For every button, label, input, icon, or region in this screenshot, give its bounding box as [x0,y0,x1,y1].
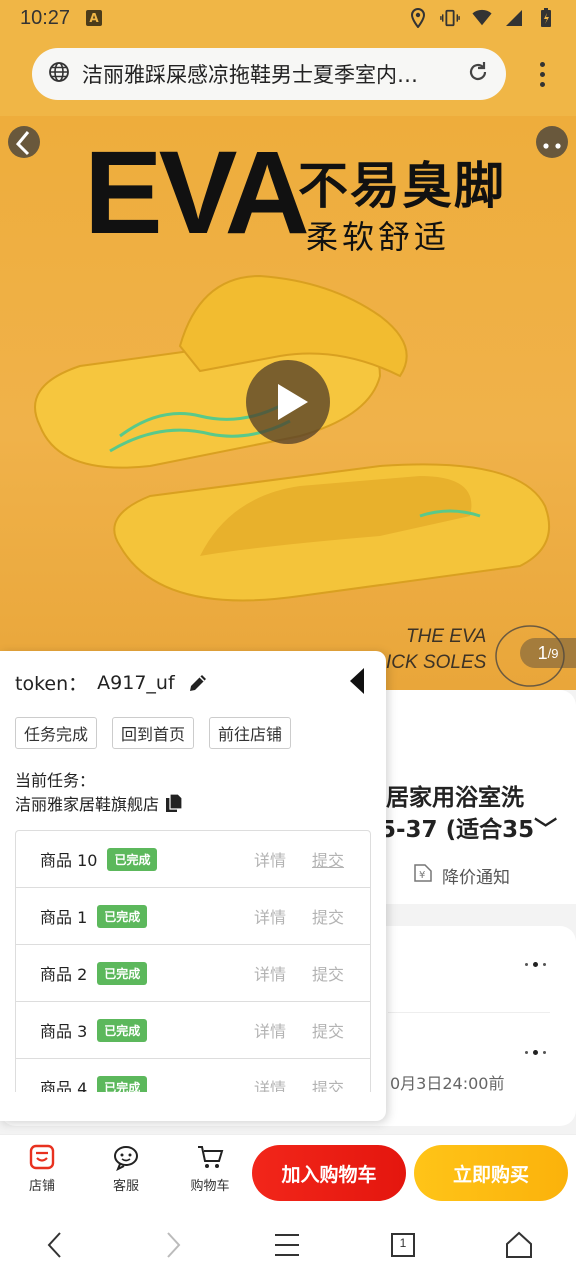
task-row: 商品 3 已完成 详情 提交 [16,1002,370,1059]
wifi-icon [472,8,492,28]
counter-current: 1 [537,642,548,663]
shop-tab[interactable]: 店铺 [12,1143,72,1194]
task-submit-link[interactable]: 提交 [312,1075,344,1092]
token-row: token： A917_uf [15,669,209,696]
collapse-panel-icon[interactable] [348,667,366,695]
cart-icon [196,1143,224,1171]
task-complete-button[interactable]: 任务完成 [15,717,98,749]
price-alert-button[interactable]: ¥ 降价通知 [412,862,510,889]
image-counter: 1/9 [520,638,576,668]
task-row: 商品 2 已完成 详情 提交 [16,945,370,1002]
address-bar[interactable]: 洁丽雅踩屎感凉拖鞋男士夏季室内… [32,48,506,100]
task-detail-link[interactable]: 详情 [254,1018,286,1042]
token-value: A917_uf [97,671,175,694]
url-text: 洁丽雅踩屎感凉拖鞋男士夏季室内… [82,63,418,87]
price-alert-label: 降价通知 [442,868,510,888]
cart-label: 购物车 [190,1179,230,1194]
kebab-menu-icon[interactable] [540,62,546,87]
task-submit-link[interactable]: 提交 [312,904,344,928]
service-label: 客服 [112,1179,139,1194]
task-detail-link[interactable]: 详情 [254,961,286,985]
task-name: 商品 10 [40,851,98,870]
tab-count: 1 [399,1236,407,1250]
current-shop-row: 洁丽雅家居鞋旗舰店 [15,791,183,815]
current-task-label: 当前任务： [15,771,96,790]
nav-tabs-icon[interactable]: 1 [388,1230,418,1260]
copy-icon[interactable] [165,793,183,813]
current-shop-name: 洁丽雅家居鞋旗舰店 [15,795,160,814]
shop-icon [28,1143,56,1171]
battery-icon [536,8,556,28]
browser-toolbar: 洁丽雅踩屎感凉拖鞋男士夏季室内… [0,36,576,116]
status-badge: 已完成 [97,1075,148,1092]
task-name: 商品 2 [40,965,88,984]
task-detail-link[interactable]: 详情 [254,1075,286,1092]
task-name: 商品 1 [40,908,88,927]
shop-label: 店铺 [28,1179,55,1194]
hero-subtext-2: ICK SOLES [386,652,487,673]
product-size-selector[interactable]: 5-37 (适合35﹀ [380,810,557,844]
task-name: 商品 3 [40,1022,88,1041]
delivery-deadline: 0月3日24:00前 [390,1074,505,1093]
task-submit-link[interactable]: 提交 [312,847,344,871]
task-submit-link[interactable]: 提交 [312,961,344,985]
status-badge: 已完成 [97,961,148,985]
nav-back-icon[interactable] [40,1230,70,1260]
task-detail-link[interactable]: 详情 [254,904,286,928]
nav-home-icon[interactable] [504,1230,534,1260]
divider [388,1012,550,1013]
task-row: 商品 1 已完成 详情 提交 [16,888,370,945]
status-badge: 已完成 [97,1018,148,1042]
task-submit-link[interactable]: 提交 [312,1018,344,1042]
edit-icon[interactable] [187,672,209,694]
cart-tab[interactable]: 购物车 [180,1143,240,1194]
buy-now-button[interactable]: 立即购买 [414,1145,568,1201]
status-bar: 10:27 A [0,0,576,36]
customer-service-tab[interactable]: 客服 [96,1143,156,1194]
go-to-shop-button[interactable]: 前往店铺 [209,717,292,749]
purchase-action-bar: 店铺 客服 购物车 加入购物车 立即购买 [0,1134,576,1208]
task-row: 商品 4 已完成 详情 提交 [16,1059,370,1092]
nav-menu-icon[interactable] [272,1230,302,1260]
status-badge: 已完成 [107,847,158,871]
nav-forward-icon[interactable] [158,1230,188,1260]
task-row: 商品 10 已完成 详情 提交 [16,831,370,888]
hero-subtext-1: THE EVA [406,626,487,647]
reload-icon[interactable] [466,60,490,88]
clock: 10:27 [20,6,71,29]
more-dots-icon[interactable] [525,962,546,967]
task-panel: token： A917_uf 任务完成 回到首页 前往店铺 当前任务： 洁丽雅家… [0,651,386,1121]
task-name: 商品 4 [40,1079,88,1092]
back-home-button[interactable]: 回到首页 [112,717,195,749]
globe-icon [48,61,70,87]
chat-icon [112,1143,140,1172]
location-icon [408,8,428,28]
svg-text:¥: ¥ [419,870,425,881]
price-tag-icon: ¥ [412,862,434,889]
panel-button-row: 任务完成 回到首页 前往店铺 [15,717,292,749]
add-to-cart-button[interactable]: 加入购物车 [252,1145,406,1201]
task-list[interactable]: 商品 10 已完成 详情 提交 商品 1 已完成 详情 提交 商品 2 已完成 … [15,830,371,1092]
notification-icon: A [86,10,103,26]
token-label: token： [15,673,88,695]
counter-total: /9 [547,645,559,661]
system-nav-bar: 1 [0,1208,576,1280]
play-video-button[interactable] [246,360,330,444]
vibrate-icon [440,8,460,28]
more-dots-icon[interactable] [525,1050,546,1055]
product-image-carousel[interactable]: EVA 不易臭脚 柔软舒适 THE EVA ICK SOLES 1/9 [0,116,576,690]
signal-icon [504,8,524,28]
product-name-line1: 居家用浴室洗 [386,785,524,811]
task-detail-link[interactable]: 详情 [254,847,286,871]
status-badge: 已完成 [97,904,148,928]
